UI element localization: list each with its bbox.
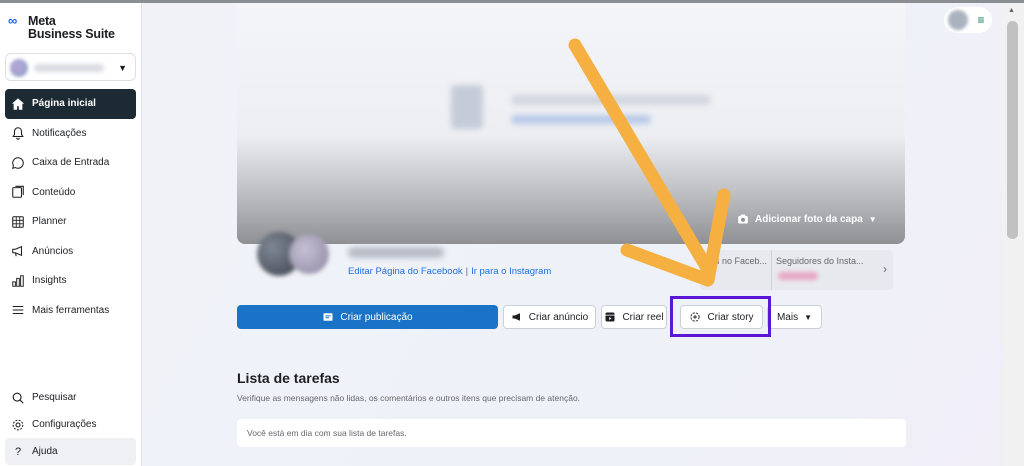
instagram-followers-label: Seguidores do Insta...: [776, 256, 864, 266]
menu-lines-icon: ≡: [977, 13, 985, 27]
home-icon: [11, 97, 25, 111]
megaphone-icon: [11, 244, 25, 258]
scroll-up-arrow-icon[interactable]: ▲: [1008, 7, 1015, 14]
cover-photo: Adicionar foto da capa ▼: [237, 3, 905, 244]
create-post-button[interactable]: Criar publicação: [237, 305, 498, 329]
task-list-empty-message: Você está em dia com sua lista de tarefa…: [247, 428, 407, 438]
facebook-followers-label: s no Faceb...: [714, 256, 767, 266]
add-cover-label: Adicionar foto da capa: [755, 213, 863, 225]
create-post-label: Criar publicação: [340, 311, 413, 323]
page-name-blurred: [348, 247, 444, 258]
megaphone-icon: [512, 313, 520, 321]
sidebar-item-more-tools[interactable]: Mais ferramentas: [5, 296, 136, 326]
calendar-grid-icon: [11, 215, 25, 229]
content-icon: [11, 185, 25, 199]
task-list-subtitle: Verifique as mensagens não lidas, os com…: [237, 393, 581, 403]
caret-down-icon: ▼: [868, 214, 877, 224]
vertical-scrollbar[interactable]: ▲: [1002, 3, 1024, 466]
sidebar-item-label: Caixa de Entrada: [32, 157, 110, 169]
scrollbar-thumb[interactable]: [1007, 21, 1018, 239]
meta-business-suite-logo[interactable]: ∞ Meta Business Suite: [8, 13, 115, 41]
profile-menu[interactable]: ≡: [944, 7, 992, 33]
gear-icon: [11, 418, 25, 432]
search-icon: [11, 391, 25, 405]
sidebar-item-insights[interactable]: Insights: [5, 266, 136, 296]
compose-icon: [323, 313, 333, 321]
sidebar-item-label: Planner: [32, 216, 67, 228]
create-reel-button[interactable]: Criar reel: [601, 305, 667, 329]
sidebar-item-label: Anúncios: [32, 245, 74, 257]
camera-icon: [738, 214, 748, 224]
instagram-followers-stat: Seguidores do Insta...: [772, 250, 872, 290]
bar-chart-icon: [11, 274, 25, 288]
sidebar-item-label: Página inicial: [32, 98, 96, 110]
sidebar-item-label: Ajuda: [32, 446, 58, 457]
hamburger-menu-icon: [11, 303, 25, 317]
go-to-instagram-link[interactable]: Ir para o Instagram: [471, 266, 551, 277]
create-reel-label: Criar reel: [622, 311, 664, 323]
sidebar-item-search[interactable]: Pesquisar: [5, 384, 136, 411]
chat-bubble-icon: [11, 156, 25, 170]
cover-placeholder-blurred: [451, 75, 731, 145]
brand-text: Meta Business Suite: [28, 15, 115, 41]
sidebar-item-label: Pesquisar: [32, 392, 77, 403]
highlight-box: [670, 296, 771, 337]
task-list-box: Você está em dia com sua lista de tarefa…: [237, 419, 906, 447]
meta-logo-icon: ∞: [8, 13, 18, 28]
brand-line2: Business Suite: [28, 27, 115, 41]
bell-icon: [11, 126, 25, 140]
sidebar-bottom-nav: Pesquisar Configurações ? Ajuda: [5, 384, 136, 465]
sidebar-item-label: Notificações: [32, 127, 87, 139]
chevron-right-icon[interactable]: ›: [883, 262, 887, 276]
sidebar-item-help[interactable]: ? Ajuda: [5, 438, 136, 465]
sidebar: ∞ Meta Business Suite ▼ Página inicial N…: [0, 3, 142, 466]
profile-links: Editar Página do Facebook | Ir para o Inst…: [348, 266, 551, 277]
sidebar-item-content[interactable]: Conteúdo: [5, 178, 136, 208]
more-label: Mais: [776, 311, 799, 323]
sidebar-item-home[interactable]: Página inicial: [5, 89, 136, 119]
instagram-profile-picture[interactable]: [289, 234, 329, 274]
caret-down-icon: ▼: [118, 63, 127, 73]
avatar: [948, 10, 968, 30]
account-avatar: [10, 59, 28, 77]
create-ad-label: Criar anúncio: [528, 311, 589, 323]
sidebar-item-label: Mais ferramentas: [32, 304, 110, 316]
instagram-followers-value-blurred: [778, 272, 818, 280]
sidebar-item-notifications[interactable]: Notificações: [5, 119, 136, 149]
sidebar-item-inbox[interactable]: Caixa de Entrada: [5, 148, 136, 178]
sidebar-item-label: Conteúdo: [32, 186, 76, 198]
account-name-blurred: [34, 64, 104, 72]
link-separator: |: [465, 266, 469, 277]
account-selector[interactable]: ▼: [5, 53, 136, 81]
task-list-title: Lista de tarefas: [237, 370, 340, 386]
sidebar-item-settings[interactable]: Configurações: [5, 411, 136, 438]
add-cover-photo-button[interactable]: Adicionar foto da capa ▼: [737, 213, 877, 225]
more-options-button[interactable]: Mais ▼: [767, 305, 822, 329]
sidebar-item-label: Configurações: [32, 419, 97, 430]
facebook-followers-stat: s no Faceb...: [700, 250, 772, 290]
sidebar-item-planner[interactable]: Planner: [5, 207, 136, 237]
sidebar-item-label: Insights: [32, 275, 67, 287]
follower-stats[interactable]: s no Faceb... Seguidores do Insta... ›: [700, 250, 893, 290]
sidebar-item-ads[interactable]: Anúncios: [5, 237, 136, 267]
create-ad-button[interactable]: Criar anúncio: [503, 305, 596, 329]
help-icon: ?: [14, 445, 22, 458]
sidebar-nav: Página inicial Notificações Caixa de Ent…: [5, 89, 136, 325]
reel-icon: [605, 312, 615, 322]
edit-facebook-page-link[interactable]: Editar Página do Facebook: [348, 266, 463, 277]
caret-down-icon: ▼: [804, 312, 813, 322]
